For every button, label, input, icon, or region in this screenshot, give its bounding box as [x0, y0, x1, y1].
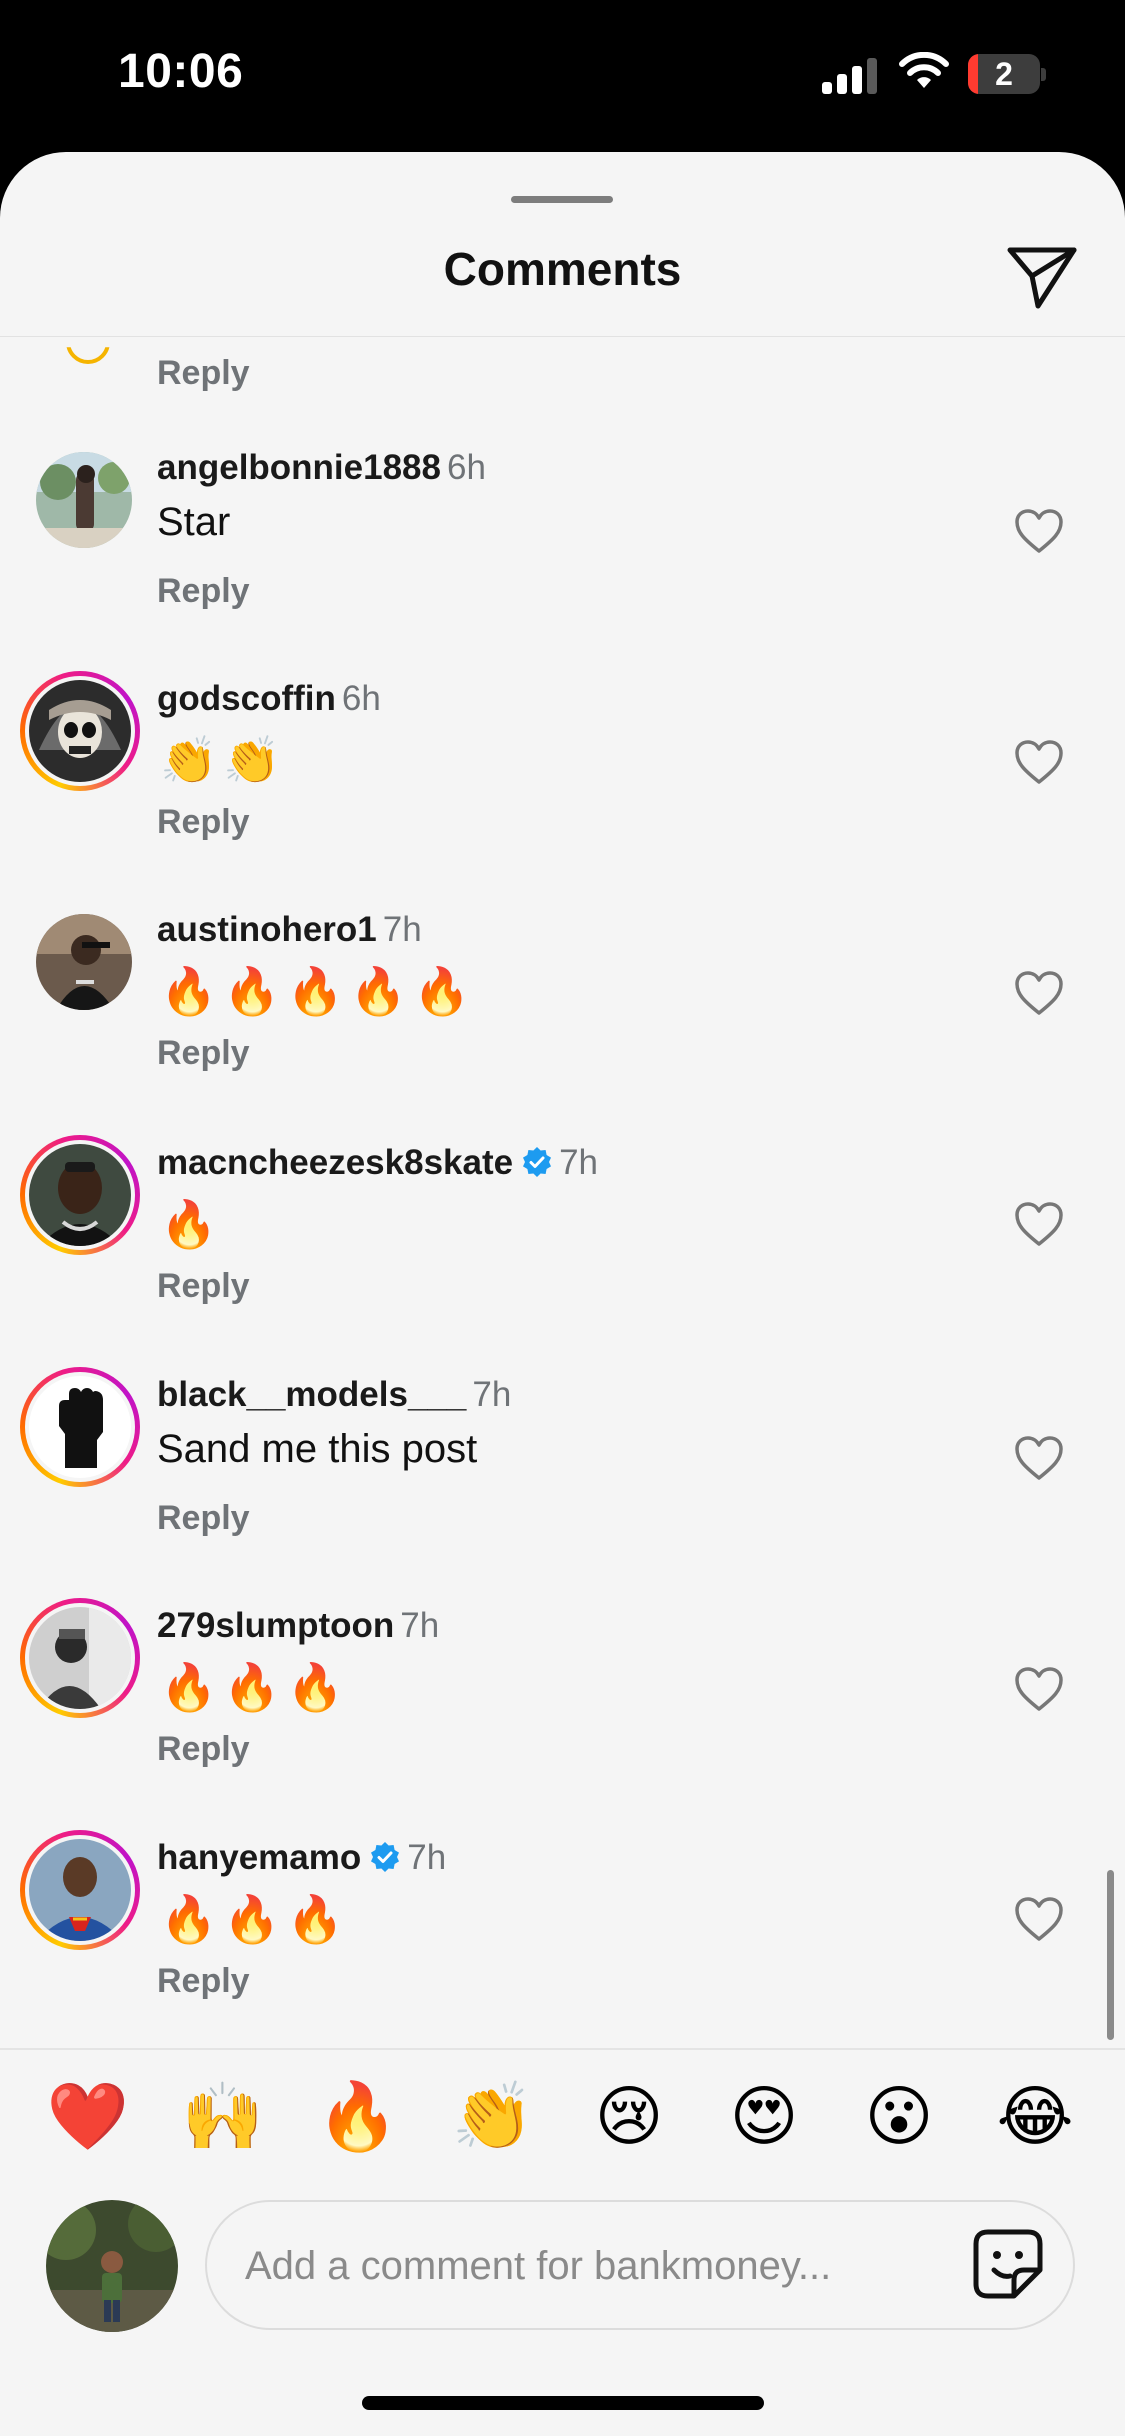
comment-time: 7h [382, 910, 422, 949]
quick-reaction-laughing[interactable]: 😂 [993, 2074, 1077, 2158]
comments-sheet: Comments Reply angelbonnie1888 6h Star Re… [0, 152, 1125, 2436]
avatar[interactable] [36, 914, 132, 1010]
comment-header: godscoffin 6h [157, 679, 381, 719]
verified-badge-icon [523, 1147, 552, 1177]
comment-time: 6h [446, 448, 486, 487]
reply-button[interactable]: Reply [157, 572, 250, 611]
quick-reaction-raised-hands[interactable]: 🙌 [181, 2074, 265, 2158]
comment-time: 6h [341, 679, 381, 718]
comment-text: 🔥 [160, 1198, 224, 1250]
avatar-story-ring[interactable] [20, 1830, 140, 1950]
comment-text: 🔥🔥🔥🔥🔥 [160, 965, 477, 1017]
heart-icon[interactable] [1014, 1435, 1064, 1481]
reply-button[interactable]: Reply [157, 1962, 250, 2001]
heart-icon[interactable] [1014, 970, 1064, 1016]
cellular-signal-icon [822, 58, 878, 94]
quick-reaction-heart-eyes[interactable]: 😍 [722, 2074, 806, 2158]
comment-time: 7h [559, 1143, 599, 1182]
avatar-story-ring[interactable] [20, 1367, 140, 1487]
reply-button[interactable]: Reply [157, 1499, 250, 1538]
battery-icon: 2 [968, 54, 1046, 94]
comment-username[interactable]: hanyemamo [157, 1838, 361, 1877]
comment-text: 👏👏 [160, 734, 287, 786]
comment-item: hanyemamo 7h 🔥🔥🔥 Reply [0, 1830, 1125, 2058]
current-user-avatar[interactable] [46, 2200, 178, 2332]
reply-button[interactable]: Reply [157, 1267, 250, 1306]
heart-icon[interactable] [1014, 1896, 1064, 1942]
quick-reactions-bar: ❤️ 🙌 🔥 👏 😢 😍 😮 😂 [0, 2074, 1125, 2164]
composer-divider [0, 2048, 1125, 2050]
quick-reaction-crying[interactable]: 😢 [587, 2074, 671, 2158]
comment-item: macncheezesk8skate 7h 🔥 Reply [0, 1135, 1125, 1363]
status-bar: 10:06 2 [0, 0, 1125, 150]
quick-reaction-fire[interactable]: 🔥 [316, 2074, 400, 2158]
comment-header: 279slumptoon 7h [157, 1606, 439, 1646]
comment-item: austinohero1 7h 🔥🔥🔥🔥🔥 Reply [0, 910, 1125, 1130]
quick-reaction-clap[interactable]: 👏 [451, 2074, 535, 2158]
quick-reaction-surprised[interactable]: 😮 [857, 2074, 941, 2158]
comment-input[interactable] [243, 2230, 907, 2302]
comment-header: macncheezesk8skate 7h [157, 1143, 598, 1183]
comment-text: 🔥🔥🔥 [160, 1893, 350, 1945]
battery-level: 2 [995, 56, 1013, 92]
comment-username[interactable]: black__models___ [157, 1375, 466, 1414]
heart-icon[interactable] [1014, 508, 1064, 554]
home-indicator[interactable] [362, 2396, 764, 2410]
comment-input-container [205, 2200, 1075, 2330]
comment-time: 7h [400, 1606, 440, 1645]
comment-item: 279slumptoon 7h 🔥🔥🔥 Reply [0, 1598, 1125, 1826]
comment-username[interactable]: angelbonnie1888 [157, 448, 441, 487]
comment-time: 7h [472, 1375, 512, 1414]
comment-header: black__models___ 7h [157, 1375, 511, 1415]
reply-button[interactable]: Reply [157, 354, 250, 393]
comment-username[interactable]: 279slumptoon [157, 1606, 394, 1645]
avatar[interactable] [36, 452, 132, 548]
comment-text: Sand me this post [157, 1427, 478, 1471]
avatar-story-ring[interactable] [20, 671, 140, 791]
avatar-story-ring[interactable] [20, 1598, 140, 1718]
comment-header: angelbonnie1888 6h [157, 448, 486, 488]
comment-text: Star [157, 500, 231, 544]
reply-button[interactable]: Reply [157, 1730, 250, 1769]
comment-time: 7h [407, 1838, 447, 1877]
comment-header: hanyemamo 7h [157, 1838, 446, 1878]
comment-header: austinohero1 7h [157, 910, 422, 950]
comment-item: angelbonnie1888 6h Star Reply [0, 448, 1125, 668]
verified-badge-icon [371, 1842, 400, 1872]
reply-button[interactable]: Reply [157, 803, 250, 842]
status-time: 10:06 [118, 45, 244, 98]
avatar-story-ring[interactable] [20, 1135, 140, 1255]
quick-reaction-heart[interactable]: ❤️ [46, 2074, 130, 2158]
comment-username[interactable]: austinohero1 [157, 910, 377, 949]
comment-username[interactable]: macncheezesk8skate [157, 1143, 513, 1182]
heart-icon[interactable] [1014, 1666, 1064, 1712]
comment-item: black__models___ 7h Sand me this post Rep… [0, 1367, 1125, 1595]
heart-icon[interactable] [1014, 739, 1064, 785]
comment-item: godscoffin 6h 👏👏 Reply [0, 671, 1125, 899]
comment-text: 🔥🔥🔥 [160, 1661, 350, 1713]
heart-icon[interactable] [1014, 1201, 1064, 1247]
sticker-icon[interactable] [968, 2224, 1048, 2304]
comment-username[interactable]: godscoffin [157, 679, 336, 718]
reply-button[interactable]: Reply [157, 1034, 250, 1073]
comment-list: Reply angelbonnie1888 6h Star Reply godsc… [0, 152, 1125, 2052]
scrollbar[interactable] [1107, 1870, 1114, 2040]
wifi-icon [899, 52, 949, 88]
